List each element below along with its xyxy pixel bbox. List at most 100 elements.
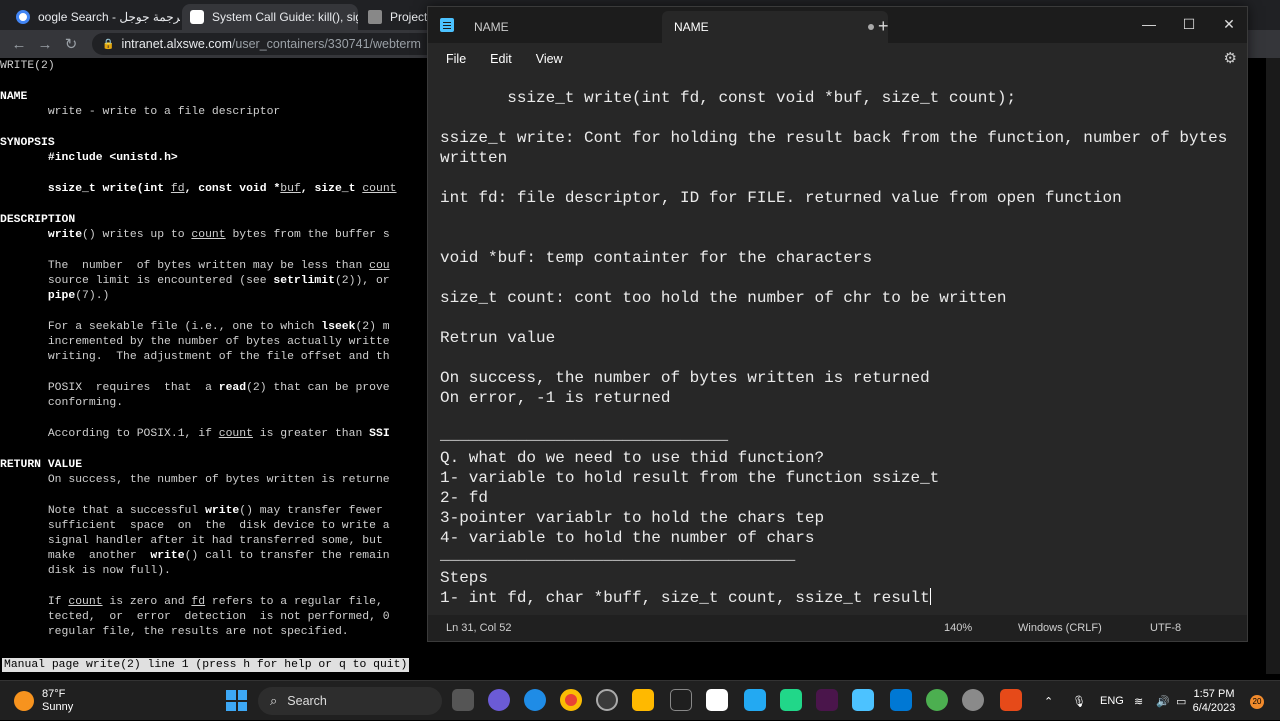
notepad-icon bbox=[440, 18, 454, 32]
man-line: pipe(7).) bbox=[47, 290, 110, 302]
line-ending[interactable]: Windows (CRLF) bbox=[1018, 622, 1102, 634]
site-icon bbox=[190, 10, 204, 24]
settings-gear-icon[interactable]: ⚙ bbox=[1224, 49, 1237, 67]
text-editor[interactable]: ssize_t write(int fd, const void *buf, s… bbox=[428, 75, 1247, 617]
store-icon[interactable] bbox=[670, 689, 692, 711]
utorrent-icon[interactable] bbox=[926, 689, 948, 711]
man-line: On success, the number of bytes written … bbox=[0, 474, 390, 486]
browser-tab-project[interactable]: Project: 0 bbox=[360, 4, 430, 30]
editor-line: Steps bbox=[440, 569, 489, 587]
man-line: write - write to a file descriptor bbox=[0, 106, 281, 118]
notepad-menubar: File Edit View bbox=[428, 43, 1247, 75]
chat-icon[interactable] bbox=[488, 689, 510, 711]
taskbar-search[interactable]: ⌕ Search bbox=[258, 687, 442, 715]
browser-tab-label: oogle Search - ترجمة جوجل bbox=[38, 10, 180, 24]
editor-line: size_t count: cont too hold the number o… bbox=[440, 289, 1007, 307]
microphone-icon[interactable]: 🎙 bbox=[1072, 681, 1086, 721]
mail-icon[interactable] bbox=[890, 689, 912, 711]
man-line: write() writes up to count bytes from th… bbox=[47, 229, 390, 241]
task-view-icon[interactable] bbox=[452, 689, 474, 711]
settings-icon[interactable] bbox=[962, 689, 984, 711]
clock-date: 6/4/2023 bbox=[1192, 702, 1236, 714]
editor-line: On error, -1 is returned bbox=[440, 389, 671, 407]
address-bar[interactable]: 🔒 intranet.alxswe.com/user_containers/33… bbox=[92, 33, 452, 55]
vscode-icon[interactable] bbox=[744, 689, 766, 711]
file-explorer-icon[interactable] bbox=[632, 689, 654, 711]
chrome-icon[interactable] bbox=[560, 689, 582, 711]
man-line: For a seekable file (i.e., one to which … bbox=[0, 321, 390, 333]
language-indicator[interactable]: ENG bbox=[1100, 681, 1124, 721]
wifi-icon[interactable]: ≋ bbox=[1134, 681, 1143, 721]
maximize-icon[interactable]: ☐ bbox=[1169, 9, 1209, 39]
new-tab-icon[interactable]: + bbox=[878, 16, 889, 37]
search-label: Search bbox=[287, 694, 327, 708]
notion-icon[interactable] bbox=[706, 689, 728, 711]
man-line: incremented by the number of bytes actua… bbox=[0, 336, 390, 348]
man-status-line: Manual page write(2) line 1 (press h for… bbox=[2, 658, 410, 672]
close-icon[interactable]: ✕ bbox=[1209, 9, 1249, 39]
reload-icon[interactable]: ↻ bbox=[58, 35, 84, 53]
edge-icon[interactable] bbox=[524, 689, 546, 711]
notepad-statusbar: Ln 31, Col 52 140% Windows (CRLF) UTF-8 bbox=[428, 615, 1247, 641]
app-icon[interactable] bbox=[1000, 689, 1022, 711]
man-line: DESCRIPTION bbox=[0, 214, 76, 226]
editor-line-text: 1- int fd, char *buff, size_t count, ssi… bbox=[440, 589, 930, 607]
notepad-window: NAME NAME + — ☐ ✕ File Edit View ⚙ ssize… bbox=[427, 6, 1248, 642]
editor-line: 1- variable to hold result from the func… bbox=[440, 469, 940, 487]
url-path: /user_containers/330741/webterm bbox=[231, 37, 421, 51]
notepad-taskbar-icon[interactable] bbox=[852, 689, 874, 711]
browser-tab-system-call[interactable]: System Call Guide: kill(), sig ✕ bbox=[182, 4, 358, 30]
menu-file[interactable]: File bbox=[438, 48, 474, 70]
man-line: The number of bytes written may be less … bbox=[0, 260, 390, 272]
editor-line: ssize_t write: Cont for holding the resu… bbox=[440, 129, 1228, 147]
weather-widget[interactable]: 87°F Sunny bbox=[14, 688, 73, 714]
menu-view[interactable]: View bbox=[528, 48, 571, 70]
search-icon: ⌕ bbox=[270, 693, 278, 708]
back-icon[interactable]: ← bbox=[6, 36, 32, 53]
lock-icon: 🔒 bbox=[102, 38, 115, 50]
man-line: According to POSIX.1, if count is greate… bbox=[0, 428, 390, 440]
web-terminal[interactable]: WRITE(2) NAME write - write to a file de… bbox=[0, 58, 440, 680]
battery-icon[interactable]: ▭ bbox=[1176, 681, 1186, 721]
unsaved-dot-icon bbox=[868, 24, 874, 30]
notepad-tab-label: NAME bbox=[474, 20, 509, 34]
notepad-tab[interactable]: NAME bbox=[462, 11, 688, 43]
weather-temp: 87°F bbox=[42, 688, 66, 700]
url-host: intranet.alxswe.com bbox=[121, 37, 232, 51]
sun-icon bbox=[14, 691, 34, 711]
man-line: signal handler after it had transferred … bbox=[0, 535, 383, 547]
editor-line: 2- fd bbox=[440, 489, 489, 507]
editor-line: On success, the number of bytes written … bbox=[440, 369, 930, 387]
notepad-tab-active[interactable]: NAME bbox=[662, 11, 888, 43]
minimize-icon[interactable]: — bbox=[1129, 9, 1169, 39]
encoding[interactable]: UTF-8 bbox=[1150, 622, 1181, 634]
jetbrains-icon[interactable] bbox=[780, 689, 802, 711]
editor-rule: ______________________________ bbox=[440, 426, 729, 444]
zoom-level[interactable]: 140% bbox=[944, 622, 972, 634]
slack-icon[interactable] bbox=[816, 689, 838, 711]
forward-icon[interactable]: → bbox=[32, 36, 58, 53]
text-caret bbox=[929, 588, 931, 605]
man-line: NAME bbox=[0, 91, 28, 103]
clock[interactable]: 1:57 PM 6/4/2023 bbox=[1186, 687, 1242, 715]
browser-tab-google[interactable]: oogle Search - ترجمة جوجل ✕ bbox=[8, 4, 180, 30]
desktop-edge bbox=[1266, 58, 1280, 674]
man-line: tected, or error detection is not perfor… bbox=[0, 611, 390, 623]
notification-badge[interactable]: 20 bbox=[1250, 695, 1264, 709]
volume-icon[interactable]: 🔊 bbox=[1156, 681, 1170, 721]
tray-overflow-icon[interactable]: ⌃ bbox=[1044, 681, 1053, 721]
man-line: writing. The adjustment of the file offs… bbox=[0, 351, 390, 363]
github-icon[interactable] bbox=[596, 689, 618, 711]
site-icon bbox=[368, 10, 382, 24]
clock-time: 1:57 PM bbox=[1193, 688, 1235, 700]
cursor-position: Ln 31, Col 52 bbox=[446, 622, 512, 634]
taskbar: 87°F Sunny ⌕ Search ⌃ 🎙 ENG ≋ 🔊 ▭ 1:57 P… bbox=[0, 680, 1280, 720]
editor-line: int fd: file descriptor, ID for FILE. re… bbox=[440, 189, 1122, 207]
editor-line: written bbox=[440, 149, 508, 167]
start-windows-icon[interactable] bbox=[226, 690, 247, 711]
notepad-titlebar: NAME NAME + — ☐ ✕ bbox=[428, 7, 1247, 43]
menu-edit[interactable]: Edit bbox=[482, 48, 520, 70]
man-line: disk is now full). bbox=[0, 565, 171, 577]
man-line: ssize_t write(int fd, const void *buf, s… bbox=[47, 183, 397, 195]
man-line: POSIX requires that a read(2) that can b… bbox=[0, 382, 390, 394]
